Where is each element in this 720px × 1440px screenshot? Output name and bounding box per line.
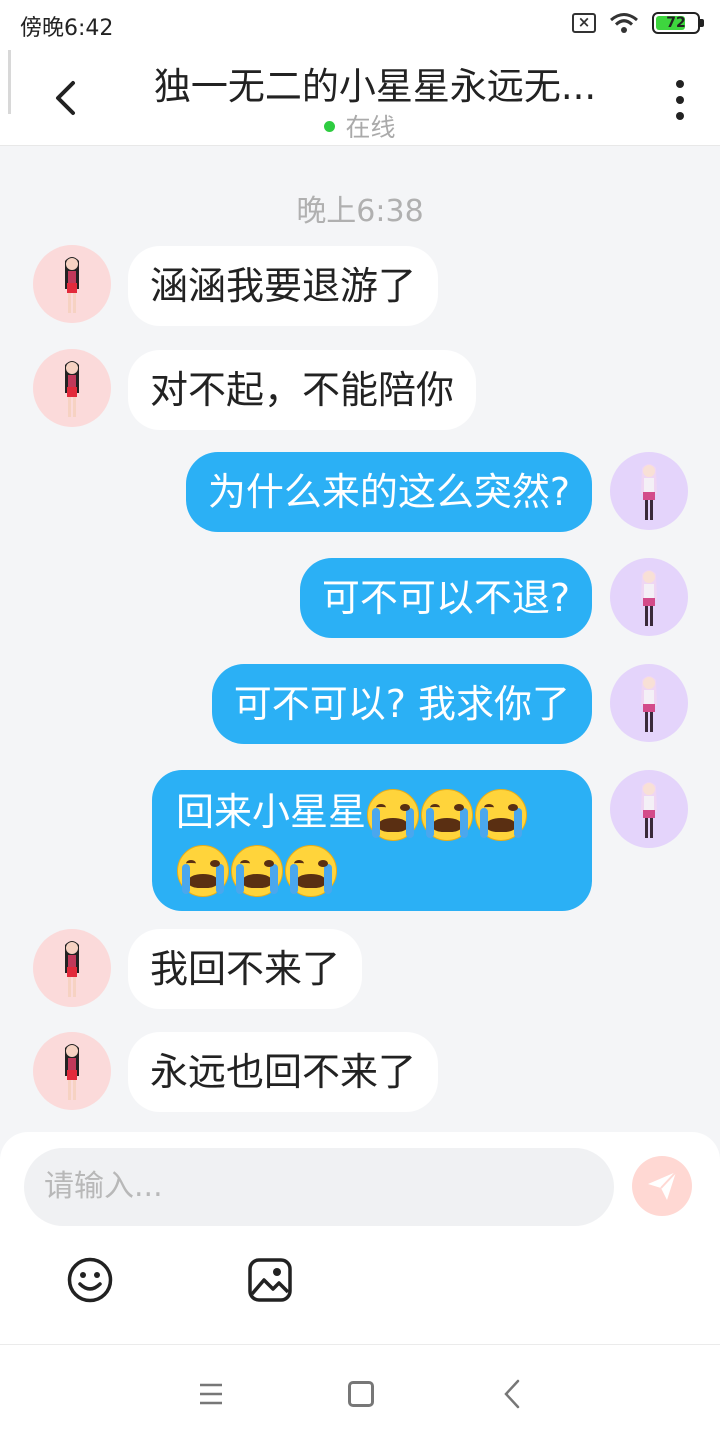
- loudly-crying-face-icon: [475, 788, 528, 841]
- message-text: 回来小星星: [176, 790, 367, 834]
- back-triangle-icon: [504, 1379, 520, 1409]
- chat-title: 独一无二的小星星永远无...: [153, 65, 597, 108]
- presence-label: 在线: [345, 113, 396, 142]
- status-time: 傍晚6:42: [20, 16, 114, 41]
- status-bar: 傍晚6:42 × 72: [0, 0, 720, 50]
- image-button[interactable]: [246, 1256, 294, 1304]
- message-bubble-outgoing[interactable]: 可不可以不退?: [299, 558, 592, 638]
- my-avatar[interactable]: [610, 558, 688, 636]
- battery-icon: 72: [652, 12, 704, 34]
- message-bubble-incoming[interactable]: 永远也回不来了: [128, 1032, 439, 1112]
- loudly-crying-face-icon: [231, 845, 283, 897]
- emoji-button[interactable]: [66, 1256, 114, 1304]
- status-icons: × 72: [572, 12, 704, 34]
- home-button[interactable]: [348, 1381, 374, 1407]
- send-icon: [648, 1171, 677, 1200]
- avatar-figure-icon: [65, 361, 79, 417]
- message-composer: [0, 1132, 720, 1344]
- message-bubble-outgoing[interactable]: 为什么来的这么突然?: [185, 452, 592, 532]
- more-options-button[interactable]: [668, 80, 692, 120]
- image-icon: [248, 1258, 292, 1302]
- message-timestamp: 晚上6:38: [296, 194, 424, 229]
- contact-avatar[interactable]: [33, 349, 111, 427]
- edge-indicator: [8, 50, 11, 114]
- chat-header: 独一无二的小星星永远无... 在线: [0, 50, 720, 146]
- avatar-figure-icon: [641, 464, 657, 520]
- message-text: 对不起，不能陪你: [150, 368, 455, 412]
- menu-icon: [200, 1383, 222, 1405]
- send-button[interactable]: [632, 1156, 692, 1216]
- loudly-crying-face-icon: [421, 788, 474, 841]
- message-bubble-incoming[interactable]: 我回不来了: [128, 929, 363, 1009]
- contact-avatar[interactable]: [33, 929, 111, 1007]
- avatar-figure-icon: [65, 257, 79, 313]
- recents-button[interactable]: [190, 1381, 232, 1407]
- presence-status: 在线: [0, 108, 720, 144]
- online-dot-icon: [324, 120, 336, 132]
- message-bubble-outgoing[interactable]: 可不可以? 我求你了: [211, 664, 592, 744]
- message-text: 为什么来的这么突然?: [207, 470, 570, 514]
- system-nav-bar: [0, 1344, 720, 1440]
- wifi-icon: [610, 13, 638, 33]
- avatar-figure-icon: [641, 570, 657, 626]
- loudly-crying-face-icon: [177, 845, 229, 897]
- avatar-figure-icon: [65, 1044, 79, 1100]
- smiley-icon: [67, 1257, 113, 1303]
- message-bubble-incoming[interactable]: 涵涵我要退游了: [128, 246, 439, 326]
- my-avatar[interactable]: [610, 664, 688, 742]
- more-vertical-icon: [676, 80, 684, 88]
- message-bubble-outgoing[interactable]: 回来小星星: [152, 770, 592, 911]
- message-text: 涵涵我要退游了: [150, 264, 417, 308]
- loudly-crying-face-icon: [285, 845, 337, 897]
- my-avatar[interactable]: [610, 770, 688, 848]
- system-back-button[interactable]: [498, 1377, 528, 1411]
- message-input[interactable]: [24, 1148, 614, 1226]
- avatar-figure-icon: [641, 782, 657, 838]
- message-text: 可不可以? 我求你了: [233, 682, 570, 726]
- loudly-crying-face-icon: [367, 788, 420, 841]
- my-avatar[interactable]: [610, 452, 688, 530]
- message-bubble-incoming[interactable]: 对不起，不能陪你: [128, 350, 477, 430]
- contact-avatar[interactable]: [33, 245, 111, 323]
- battery-level: 72: [666, 15, 686, 31]
- message-text: 可不可以不退?: [321, 576, 570, 620]
- avatar-figure-icon: [641, 676, 657, 732]
- message-text: 永远也回不来了: [150, 1050, 417, 1094]
- message-text: 我回不来了: [150, 947, 341, 991]
- no-sim-icon: ×: [572, 13, 596, 33]
- contact-avatar[interactable]: [33, 1032, 111, 1110]
- avatar-figure-icon: [65, 941, 79, 997]
